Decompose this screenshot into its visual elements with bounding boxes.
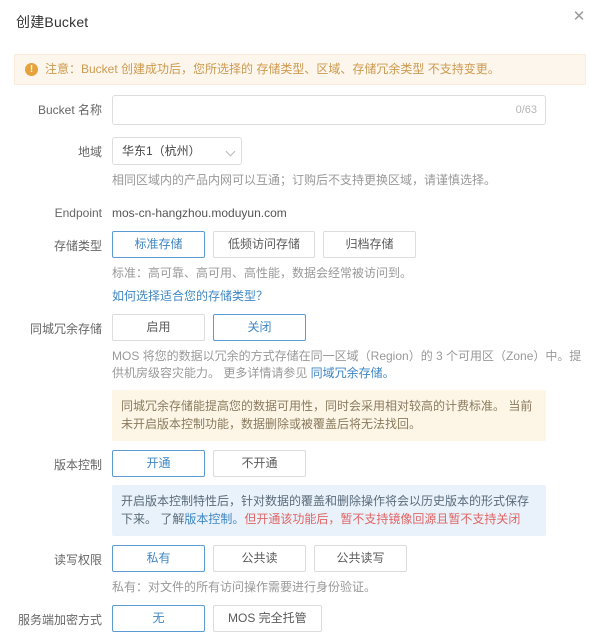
zone-redundancy-doc-link[interactable]: 同域冗余存储。 (311, 366, 395, 380)
encryption-option-none[interactable]: 无 (112, 605, 205, 632)
exclamation-circle-icon: ! (25, 63, 38, 76)
encryption-button-group: 无 MOS 完全托管 (112, 605, 586, 632)
bucket-name-label: Bucket 名称 (37, 103, 102, 117)
storage-class-option-standard[interactable]: 标准存储 (112, 231, 205, 258)
dialog-header: 创建Bucket ✕ (0, 0, 600, 40)
create-bucket-form: Bucket 名称 0/63 地域 华东1（杭州） 相同区域内的产品内网可以互通… (0, 85, 600, 632)
form-row-region: 地域 华东1（杭州） 相同区域内的产品内网可以互通；订购后不支持更换区域，请谨慎… (0, 137, 600, 189)
page-title: 创建Bucket (16, 14, 89, 30)
encryption-option-mos-managed[interactable]: MOS 完全托管 (213, 605, 322, 632)
storage-class-hint: 标准：高可靠、高可用、高性能，数据会经常被访问到。 (112, 266, 413, 280)
region-select-wrap[interactable]: 华东1（杭州） (112, 137, 242, 165)
region-label: 地域 (77, 145, 102, 159)
encryption-label: 服务端加密方式 (17, 613, 102, 627)
form-row-endpoint: Endpoint mos-cn-hangzhou.moduyun.com (0, 198, 600, 222)
acl-option-public-read-write[interactable]: 公共读写 (314, 545, 407, 572)
bucket-name-input-wrap: 0/63 (112, 95, 546, 125)
form-row-acl: 读写权限 私有 公共读 公共读写 私有：对文件的所有访问操作需要进行身份验证。 (0, 545, 600, 596)
acl-option-public-read[interactable]: 公共读 (213, 545, 306, 572)
region-select[interactable]: 华东1（杭州） (112, 137, 242, 165)
close-icon[interactable]: ✕ (568, 6, 590, 28)
versioning-doc-link[interactable]: 版本控制。 (184, 512, 244, 526)
form-row-versioning: 版本控制 开通 不开通 开启版本控制特性后，针对数据的覆盖和删除操作将会以历史版… (0, 450, 600, 536)
storage-class-help-link[interactable]: 如何选择适合您的存储类型？ (112, 289, 268, 303)
versioning-option-disable[interactable]: 不开通 (213, 450, 306, 477)
storage-class-option-archive[interactable]: 归档存储 (323, 231, 417, 258)
notice-text: 注意：Bucket 创建成功后，您所选择的 存储类型、区域、存储冗余类型 不支持… (45, 62, 500, 76)
notice-banner: ! 注意：Bucket 创建成功后，您所选择的 存储类型、区域、存储冗余类型 不… (14, 54, 586, 85)
form-row-encryption: 服务端加密方式 无 MOS 完全托管 (0, 605, 600, 632)
form-row-zone-redundancy: 同城冗余存储 启用 关闭 MOS 将您的数据以冗余的方式存储在同一区域（Regi… (0, 314, 600, 441)
acl-label: 读写权限 (53, 553, 102, 567)
endpoint-value: mos-cn-hangzhou.moduyun.com (112, 206, 287, 220)
zone-redundancy-button-group: 启用 关闭 (112, 314, 586, 341)
versioning-label: 版本控制 (53, 458, 102, 472)
acl-option-private[interactable]: 私有 (112, 545, 205, 572)
form-row-storage-class: 存储类型 标准存储 低频访问存储 归档存储 标准：高可靠、高可用、高性能，数据会… (0, 231, 600, 305)
versioning-info-box: 开启版本控制特性后，针对数据的覆盖和删除操作将会以历史版本的形式保存下来。 了解… (112, 485, 546, 536)
zone-redundancy-option-disable[interactable]: 关闭 (213, 314, 306, 341)
versioning-option-enable[interactable]: 开通 (112, 450, 205, 477)
zone-redundancy-hint: MOS 将您的数据以冗余的方式存储在同一区域（Region）的 3 个可用区（Z… (112, 348, 586, 382)
endpoint-label: Endpoint (54, 206, 102, 220)
form-row-bucket-name: Bucket 名称 0/63 (0, 95, 600, 125)
storage-class-option-infrequent[interactable]: 低频访问存储 (213, 231, 316, 258)
acl-button-group: 私有 公共读 公共读写 (112, 545, 586, 572)
zone-redundancy-label: 同城冗余存储 (29, 322, 102, 336)
versioning-info-warning: 但开通该功能后，暂不支持镜像回源且暂不支持关闭 (244, 512, 521, 526)
versioning-button-group: 开通 不开通 (112, 450, 586, 477)
bucket-name-input[interactable] (112, 95, 546, 125)
zone-redundancy-option-enable[interactable]: 启用 (112, 314, 205, 341)
storage-class-label: 存储类型 (53, 239, 102, 253)
storage-class-button-group: 标准存储 低频访问存储 归档存储 (112, 231, 586, 258)
acl-hint: 私有：对文件的所有访问操作需要进行身份验证。 (112, 580, 377, 594)
region-hint: 相同区域内的产品内网可以互通；订购后不支持更换区域，请谨慎选择。 (112, 173, 497, 187)
zone-redundancy-info-box: 同城冗余存储能提高您的数据可用性，同时会采用相对较高的计费标准。 当前未开启版本… (112, 390, 546, 441)
